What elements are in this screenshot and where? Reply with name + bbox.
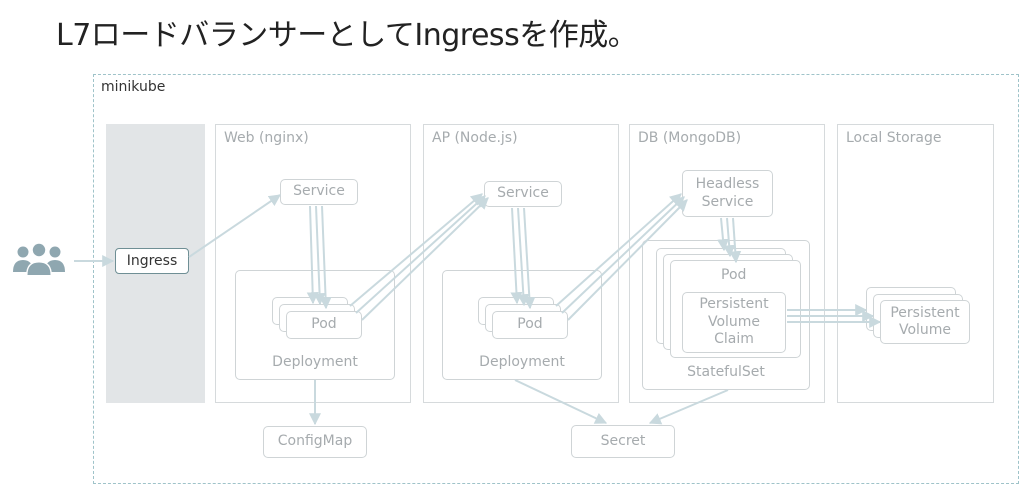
arrow-ingress-web-service [188, 194, 281, 258]
arrow-web-pod-ap-service-3 [361, 197, 489, 321]
arrow-web-service-pod-2 [313, 205, 326, 306]
arrow-headless-pod-1 [717, 217, 729, 252]
arrow-headless-pod-3 [729, 217, 742, 264]
arrow-ap-pod-headless-1 [555, 193, 682, 307]
arrow-ap-pod-headless-2 [561, 196, 685, 314]
arrow-ap-deployment-secret [514, 379, 608, 424]
arrow-web-pod-ap-service-1 [349, 193, 483, 307]
arrow-web-service-pod-3 [319, 205, 332, 310]
arrow-ap-service-pod-3 [523, 207, 536, 310]
arrow-ap-pod-headless-3 [567, 199, 688, 321]
connector-arrows [74, 193, 882, 426]
arrow-statefulset-secret [648, 389, 729, 425]
arrow-ap-service-pod-1 [510, 207, 523, 305]
arrow-headless-pod-2 [723, 217, 736, 258]
arrow-web-pod-ap-service-2 [355, 195, 486, 314]
arrow-web-service-pod-1 [306, 205, 319, 305]
arrow-ap-service-pod-2 [517, 207, 530, 307]
